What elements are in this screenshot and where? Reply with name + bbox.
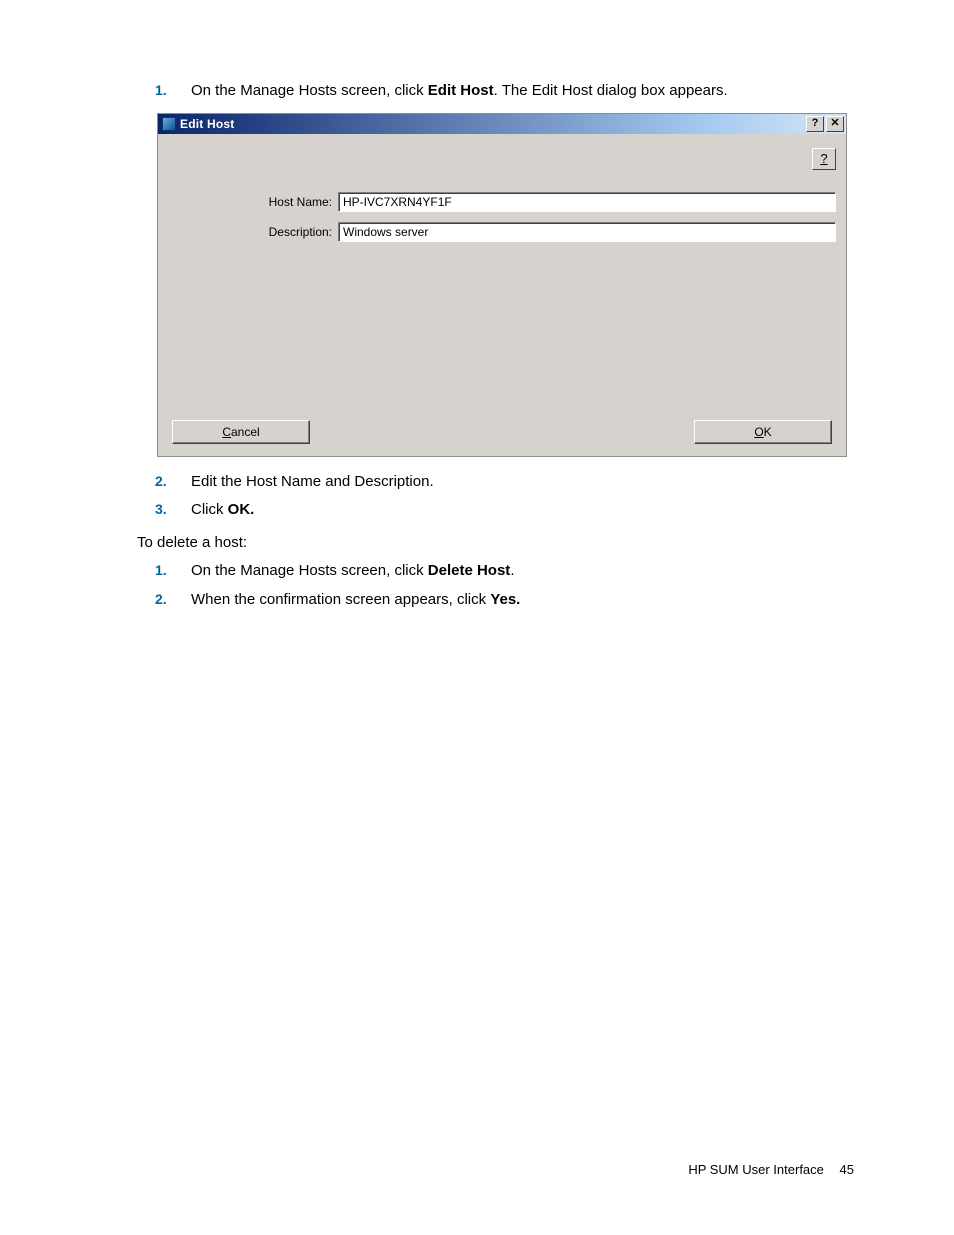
delete-step-2: 2. When the confirmation screen appears,… (155, 589, 854, 612)
description-input[interactable] (338, 222, 836, 242)
step-text-bold: Edit Host (428, 82, 494, 99)
step-text-bold: Yes. (490, 591, 520, 608)
step-text: Edit the Host Name and Description. (191, 473, 434, 490)
dialog-titlebar: Edit Host ? ✕ (158, 114, 846, 134)
step-text-pre: On the Manage Hosts screen, click (191, 562, 428, 579)
ok-button[interactable]: OK (694, 420, 832, 444)
delete-host-intro: To delete a host: (137, 532, 854, 555)
titlebar-close-button[interactable]: ✕ (826, 116, 844, 132)
step-number: 3. (155, 499, 167, 520)
step-text-pre: When the confirmation screen appears, cl… (191, 591, 490, 608)
dialog-body: ? Host Name: Description: Cancel OK (158, 134, 846, 456)
step-text-bold: Delete Host (428, 562, 511, 579)
steps-edit-host-1: 1. On the Manage Hosts screen, click Edi… (155, 80, 854, 103)
dialog-title: Edit Host (180, 117, 806, 131)
steps-delete-host: 1. On the Manage Hosts screen, click Del… (155, 560, 854, 611)
step-number: 2. (155, 589, 167, 610)
host-name-input[interactable] (338, 192, 836, 212)
step-text-post: . (510, 562, 514, 579)
description-label: Description: (178, 225, 338, 239)
context-help-button[interactable]: ? (812, 148, 836, 170)
form-area: Host Name: Description: (178, 192, 836, 252)
cancel-button[interactable]: Cancel (172, 420, 310, 444)
step-number: 1. (155, 80, 167, 101)
step-text-post: . The Edit Host dialog box appears. (494, 82, 728, 99)
host-name-label: Host Name: (178, 195, 338, 209)
step-3: 3. Click OK. (155, 499, 854, 522)
step-text-bold: OK. (228, 501, 255, 518)
system-icon (162, 117, 176, 131)
delete-step-1: 1. On the Manage Hosts screen, click Del… (155, 560, 854, 583)
description-row: Description: (178, 222, 836, 242)
step-number: 1. (155, 560, 167, 581)
steps-edit-host-2: 2. Edit the Host Name and Description. 3… (155, 471, 854, 522)
footer-label: HP SUM User Interface (688, 1162, 824, 1177)
step-number: 2. (155, 471, 167, 492)
step-text-pre: Click (191, 501, 228, 518)
step-2: 2. Edit the Host Name and Description. (155, 471, 854, 494)
host-name-row: Host Name: (178, 192, 836, 212)
page-number: 45 (840, 1162, 854, 1177)
titlebar-help-button[interactable]: ? (806, 116, 824, 132)
step-1: 1. On the Manage Hosts screen, click Edi… (155, 80, 854, 103)
step-text-pre: On the Manage Hosts screen, click (191, 82, 428, 99)
page-footer: HP SUM User Interface 45 (688, 1162, 854, 1177)
edit-host-dialog: Edit Host ? ✕ ? Host Name: Description: … (157, 113, 847, 457)
